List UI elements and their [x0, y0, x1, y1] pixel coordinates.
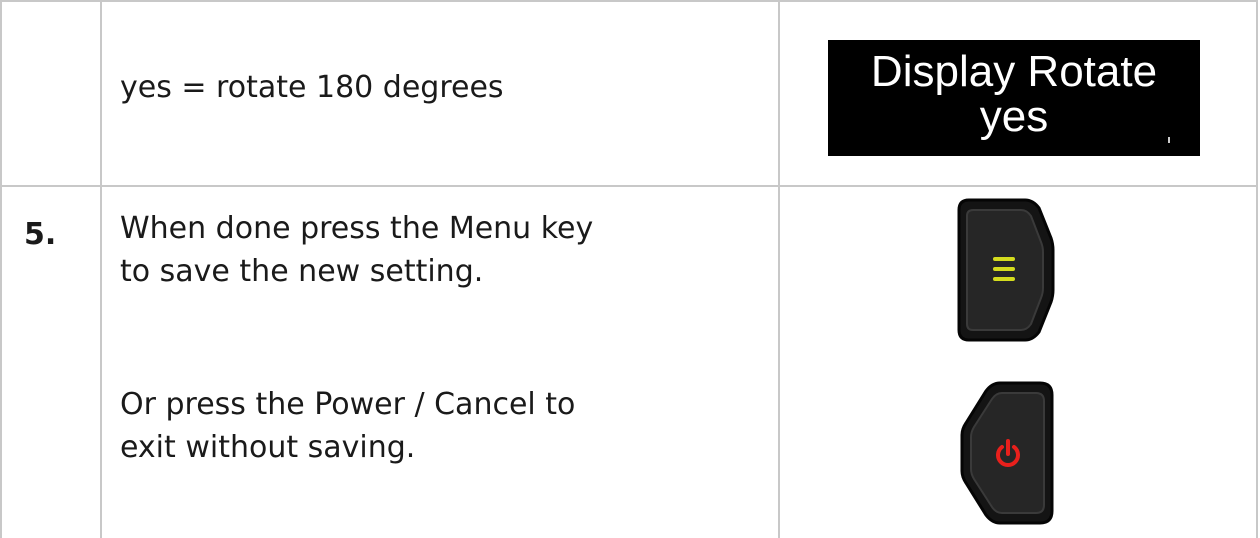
text-line: When done press the Menu key	[120, 211, 594, 246]
text-line: Or press the Power / Cancel to	[120, 387, 576, 422]
table-row: 5. When done press the Menu key to save …	[0, 187, 1260, 538]
display-title: Display Rotate	[870, 47, 1158, 96]
step-description-save: When done press the Menu key to save the…	[120, 207, 720, 293]
menu-icon	[957, 198, 1055, 342]
text-line: to save the new setting.	[120, 254, 484, 289]
power-cancel-key-button[interactable]	[960, 379, 1058, 527]
step-description: yes = rotate 180 degrees	[120, 70, 504, 105]
step-description-cancel: Or press the Power / Cancel to exit with…	[120, 383, 720, 469]
display-indicator	[1168, 137, 1170, 143]
display-screen: Display Rotate yes	[828, 40, 1200, 156]
instruction-table: yes = rotate 180 degrees Display Rotate …	[0, 0, 1260, 538]
text-line: exit without saving.	[120, 430, 416, 465]
power-icon	[960, 381, 1054, 525]
menu-key-button[interactable]	[955, 194, 1055, 346]
step-number: 5.	[24, 217, 57, 252]
display-value: yes	[979, 92, 1049, 141]
table-row: yes = rotate 180 degrees Display Rotate …	[0, 0, 1260, 187]
